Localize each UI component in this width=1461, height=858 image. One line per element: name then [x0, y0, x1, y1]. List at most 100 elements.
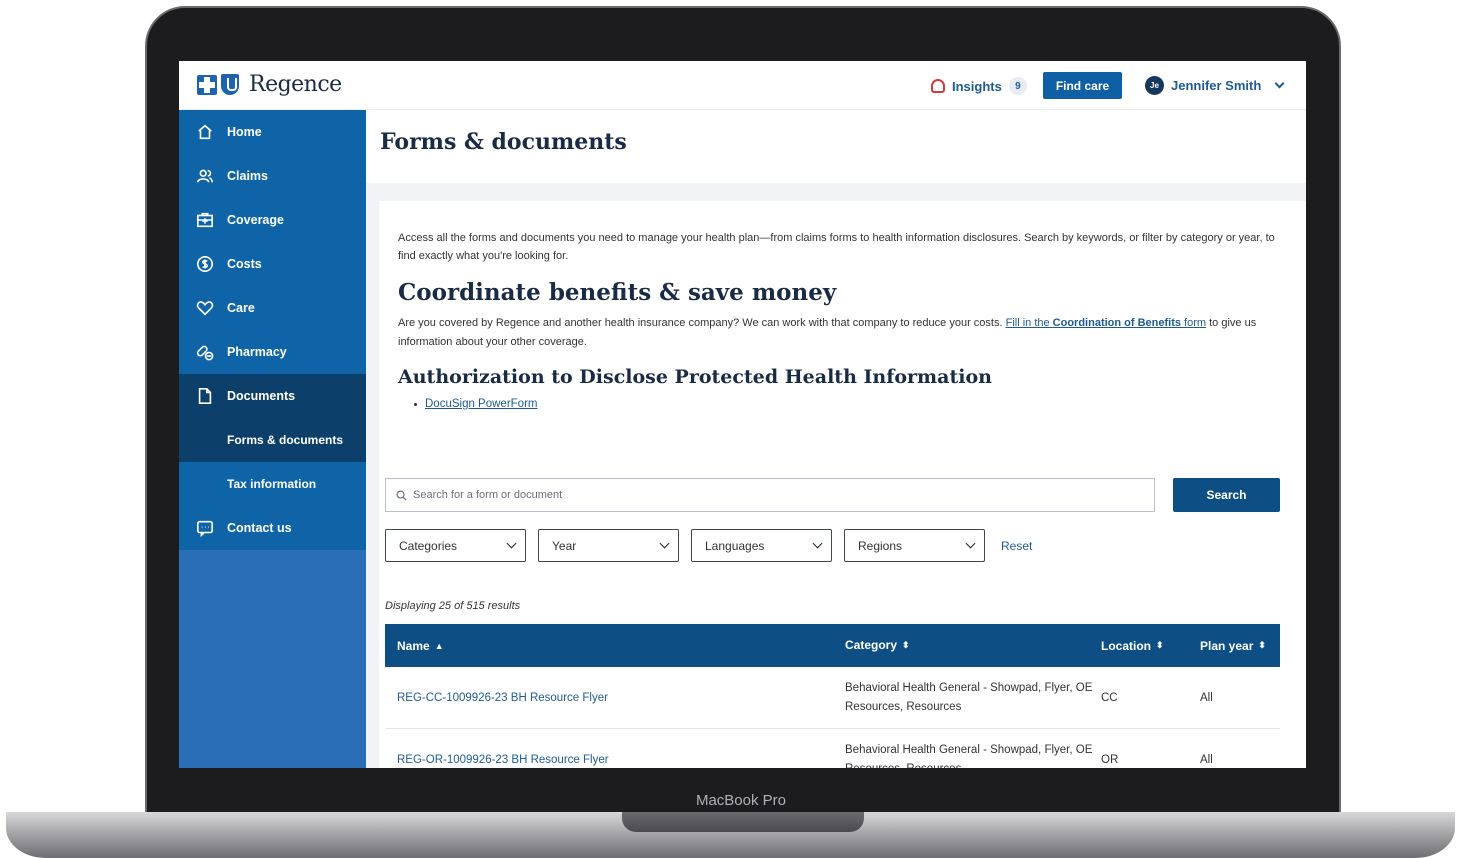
sidebar-item-claims[interactable]: Claims — [179, 154, 366, 198]
documents-table: Name ▲ Category ⬍ Location ⬍ Plan year ⬍ REG… — [385, 624, 1280, 768]
chevron-down-icon — [965, 538, 976, 549]
search-button[interactable]: Search — [1173, 478, 1280, 512]
page-title: Forms & documents — [380, 129, 627, 155]
categories-select[interactable]: Categories — [385, 529, 526, 562]
select-label: Year — [552, 538, 577, 553]
user-name: Jennifer Smith — [1171, 78, 1262, 93]
sidebar-subitem-forms-documents[interactable]: Forms & documents — [179, 418, 366, 462]
regence-logo[interactable]: Regence — [197, 72, 342, 97]
pill-icon — [196, 343, 214, 361]
sidebar-item-label: Contact us — [227, 521, 292, 535]
main-content: Forms & documents Access all the forms a… — [366, 110, 1306, 768]
dollar-circle-icon — [196, 255, 214, 273]
document-location: CC — [1101, 691, 1118, 704]
column-label: Plan year — [1200, 638, 1254, 653]
sort-icon: ⬍ — [1258, 640, 1266, 650]
authorization-heading: Authorization to Disclose Protected Heal… — [398, 366, 992, 388]
chevron-down-icon — [659, 538, 670, 549]
heart-icon — [196, 299, 214, 317]
sidebar: Home Claims Coverage Costs Care Pharmacy — [179, 110, 366, 768]
shield-logo-icon — [221, 74, 239, 95]
cross-logo-icon — [197, 74, 217, 95]
title-band: Forms & documents — [366, 110, 1306, 183]
sidebar-item-care[interactable]: Care — [179, 286, 366, 330]
coordinate-benefits-body: Are you covered by Regence and another h… — [398, 317, 1003, 329]
docusign-link[interactable]: DocuSign PowerForm — [425, 398, 537, 410]
column-label: Category — [845, 638, 898, 652]
medical-kit-icon — [196, 211, 214, 229]
sidebar-item-contact-us[interactable]: Contact us — [179, 506, 366, 550]
find-care-button[interactable]: Find care — [1043, 72, 1122, 99]
document-plan-year: All — [1200, 691, 1213, 704]
sidebar-item-pharmacy[interactable]: Pharmacy — [179, 330, 366, 374]
avatar: Je — [1145, 76, 1164, 95]
coordinate-benefits-text: Are you covered by Regence and another h… — [398, 314, 1288, 352]
sidebar-item-label: Pharmacy — [227, 345, 287, 359]
sidebar-item-coverage[interactable]: Coverage — [179, 198, 366, 242]
column-header-name[interactable]: Name ▲ — [385, 639, 845, 653]
sidebar-item-label: Home — [227, 125, 262, 139]
sidebar-item-label: Coverage — [227, 213, 284, 227]
sort-icon: ▲ — [434, 640, 444, 651]
column-header-plan-year[interactable]: Plan year ⬍ — [1200, 639, 1280, 653]
table-header: Name ▲ Category ⬍ Location ⬍ Plan year ⬍ — [385, 624, 1280, 667]
sidebar-item-home[interactable]: Home — [179, 110, 366, 154]
intro-text: Access all the forms and documents you n… — [398, 232, 1275, 262]
chat-icon — [196, 519, 214, 537]
coordination-of-benefits-link[interactable]: Fill in the Coordination of Benefits for… — [1006, 317, 1206, 329]
sidebar-item-label: Claims — [227, 169, 268, 183]
user-menu[interactable]: Je Jennifer Smith — [1145, 76, 1285, 95]
search-icon — [396, 490, 407, 501]
link-pre: Fill in the — [1005, 317, 1053, 329]
search-input[interactable]: Search for a form or document — [385, 478, 1155, 512]
insights-label: Insights — [952, 78, 1002, 94]
docusign-list-item: DocuSign PowerForm — [414, 398, 1287, 410]
sidebar-item-documents[interactable]: Documents — [179, 374, 366, 418]
select-label: Categories — [399, 538, 458, 553]
document-name-link[interactable]: REG-OR-1009926-23 BH Resource Flyer — [385, 754, 845, 766]
select-label: Languages — [705, 538, 765, 553]
home-icon — [196, 123, 214, 141]
sidebar-item-label: Costs — [227, 257, 262, 271]
sort-icon: ⬍ — [902, 640, 910, 650]
column-header-category[interactable]: Category ⬍ — [845, 636, 1101, 655]
chevron-down-icon — [1274, 78, 1285, 89]
regions-select[interactable]: Regions — [844, 529, 985, 562]
sort-icon: ⬍ — [1156, 640, 1164, 650]
sidebar-subitem-tax-information[interactable]: Tax information — [179, 462, 366, 506]
document-name-link[interactable]: REG-CC-1009926-23 BH Resource Flyer — [385, 692, 845, 704]
insights-button[interactable]: Insights 9 — [931, 77, 1027, 95]
laptop-notch — [622, 812, 864, 832]
document-icon — [196, 387, 214, 405]
chevron-down-icon — [506, 538, 517, 549]
sidebar-item-label: Documents — [227, 389, 296, 403]
browser-screen: Regence Insights 9 Find care Je Jennifer… — [179, 61, 1306, 768]
logo-text: Regence — [249, 72, 342, 97]
column-label: Location — [1101, 638, 1151, 653]
search-row: Search for a form or document Search — [385, 478, 1280, 512]
top-header: Regence Insights 9 Find care Je Jennifer… — [179, 61, 1306, 110]
bell-icon — [931, 79, 945, 93]
select-label: Regions — [858, 538, 903, 553]
document-category: Behavioral Health General - Showpad, Fly… — [845, 743, 1093, 769]
column-header-location[interactable]: Location ⬍ — [1101, 639, 1200, 653]
insights-count-badge: 9 — [1008, 77, 1027, 95]
sidebar-item-label: Care — [227, 301, 255, 315]
document-location: OR — [1101, 753, 1119, 766]
search-placeholder: Search for a form or document — [413, 489, 563, 501]
chevron-down-icon — [812, 538, 823, 549]
bezel-label: MacBook Pro — [695, 792, 787, 809]
table-row: REG-CC-1009926-23 BH Resource Flyer Beha… — [385, 667, 1280, 729]
table-row: REG-OR-1009926-23 BH Resource Flyer Beha… — [385, 729, 1280, 769]
link-post: form — [1181, 317, 1207, 329]
document-plan-year: All — [1200, 753, 1213, 766]
reset-link[interactable]: Reset — [1001, 539, 1032, 553]
link-bold: Coordination of Benefits — [1052, 317, 1181, 329]
coordinate-benefits-heading: Coordinate benefits & save money — [398, 279, 837, 306]
year-select[interactable]: Year — [538, 529, 679, 562]
people-icon — [196, 167, 214, 185]
languages-select[interactable]: Languages — [691, 529, 832, 562]
results-count: Displaying 25 of 515 results — [385, 600, 521, 612]
sidebar-item-costs[interactable]: Costs — [179, 242, 366, 286]
filter-row: Categories Year Languages Regions Reset — [385, 529, 1032, 562]
